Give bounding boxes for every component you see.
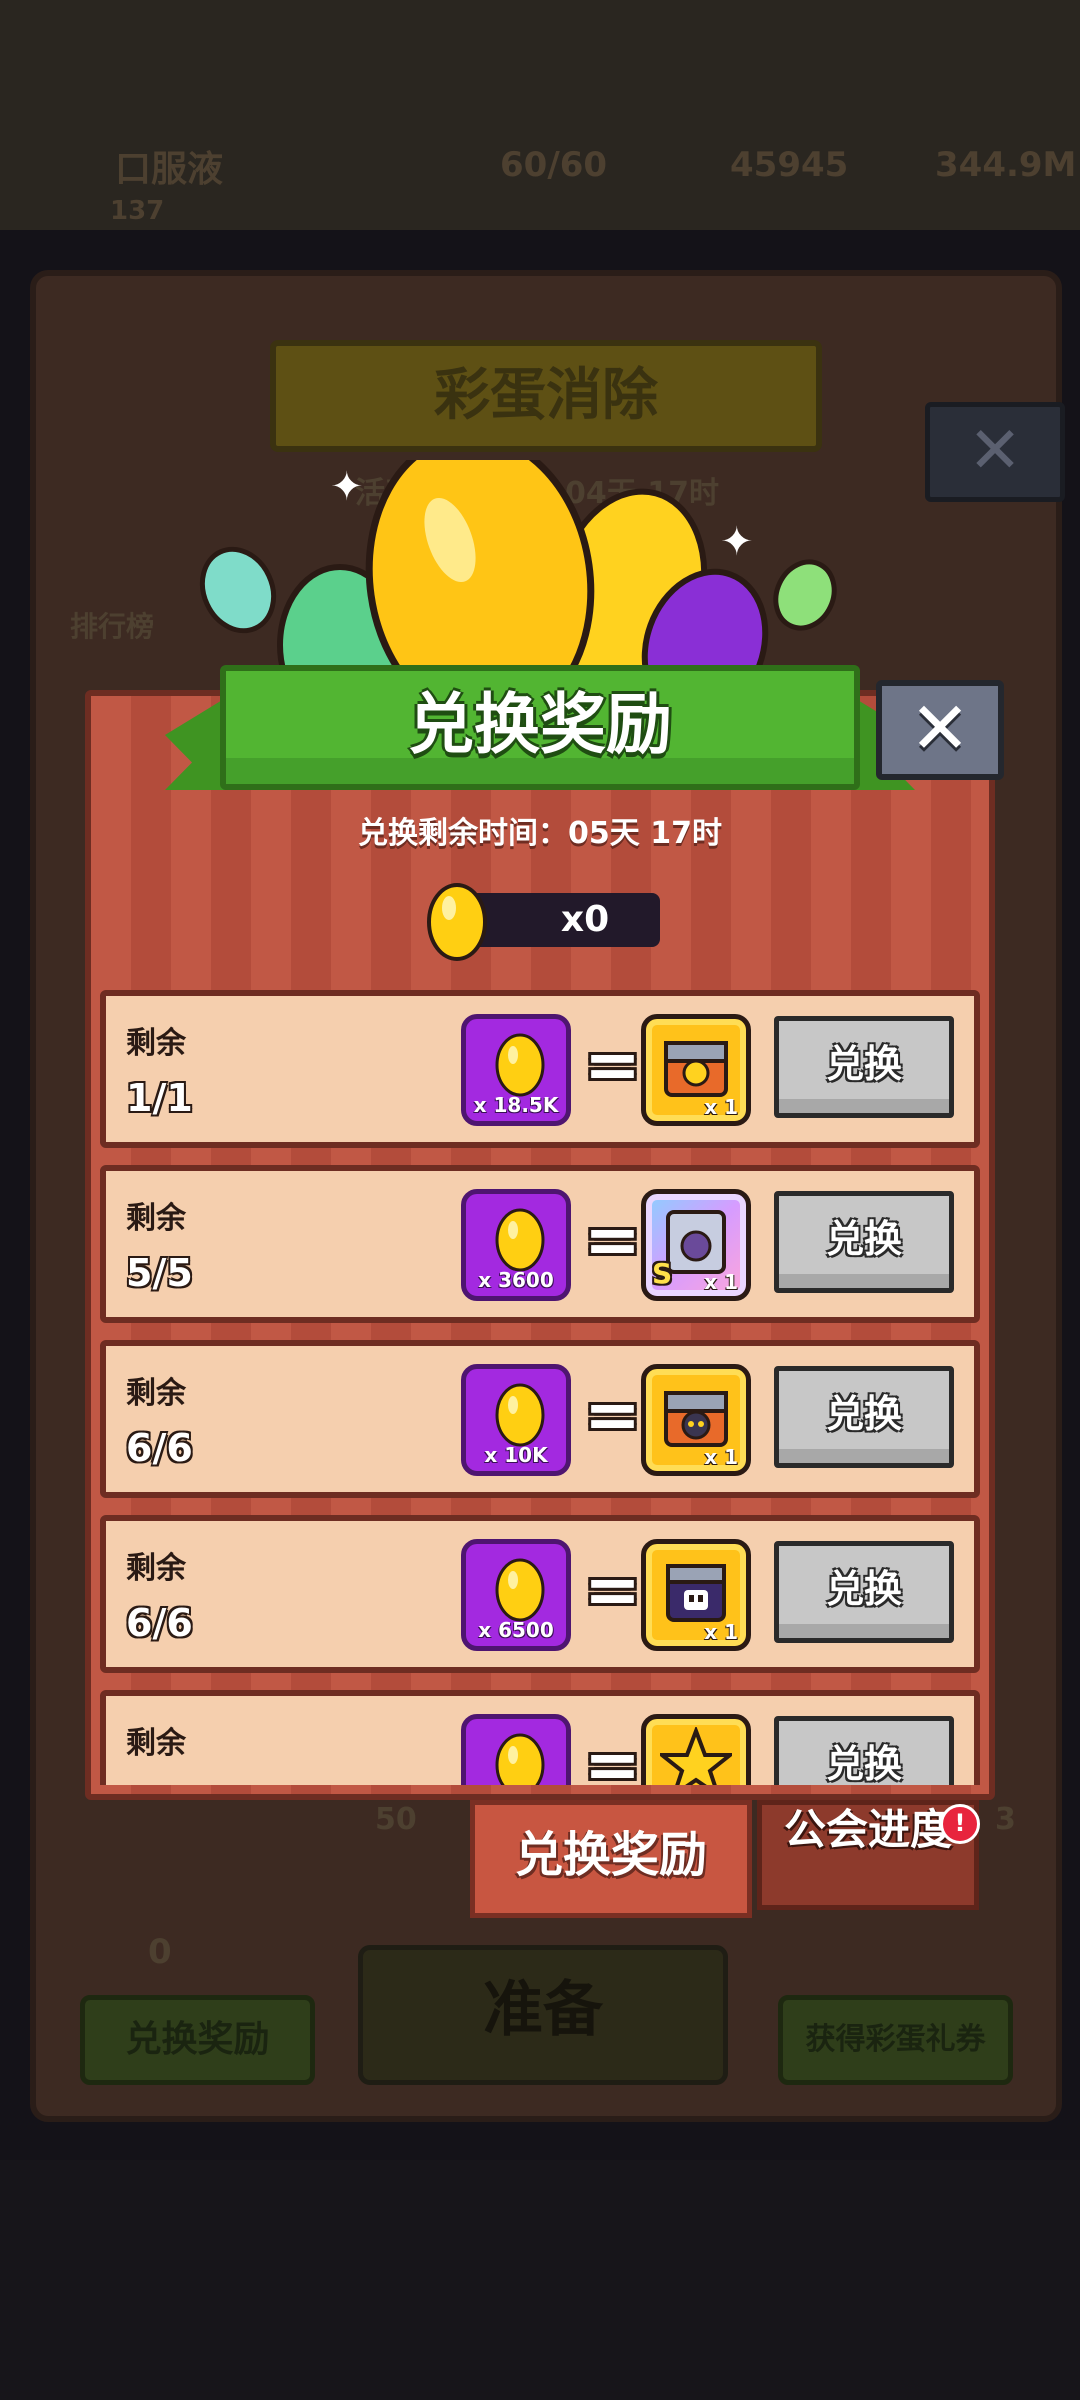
egg-cost-tile: x 3600 — [461, 1189, 571, 1301]
remaining-label: 剩余 — [126, 1026, 186, 1061]
exchange-button[interactable]: 兑换 — [774, 1191, 954, 1293]
reward-quantity: x 1 — [704, 1270, 738, 1294]
sparkle-icon: ✦ — [330, 464, 364, 510]
reward-tile: x 1 — [641, 1364, 751, 1476]
reward-quantity: x 1 — [704, 1445, 738, 1469]
egg-cost-tile: x 10K — [461, 1364, 571, 1476]
equals-icon: = — [584, 1726, 641, 1786]
remaining-count: 6/6 — [126, 1601, 193, 1645]
reward-quantity: x 1 — [704, 1095, 738, 1119]
close-button[interactable]: ✕ — [876, 680, 1004, 780]
exchange-button[interactable]: 兑换 — [774, 1016, 954, 1118]
side-value-left: 50 — [375, 1802, 417, 1837]
exchange-row: 剩余 1/1 x 18.5K = x 1 兑换 — [100, 990, 980, 1148]
golden-egg-icon — [495, 1208, 545, 1272]
star-icon — [660, 1727, 732, 1785]
reward-tile: x 1 — [641, 1014, 751, 1126]
equals-icon: = — [584, 1026, 641, 1105]
popup-title: 兑换奖励 — [408, 686, 672, 763]
equals-icon: = — [584, 1376, 641, 1455]
player-level: 137 — [110, 196, 165, 226]
tab-redeem-rewards[interactable]: 兑换奖励 — [470, 1800, 752, 1918]
egg-counter: x0 — [470, 893, 660, 947]
golden-egg-icon — [495, 1033, 545, 1097]
reward-tile: S x 1 — [641, 1189, 751, 1301]
remaining-label: 剩余 — [126, 1551, 186, 1586]
s-rank-badge: S — [652, 1257, 673, 1290]
exchange-row: 剩余 5/5 x 3600 = S x 1 兑换 — [100, 1165, 980, 1323]
exchange-list[interactable]: 剩余 1/1 x 18.5K = x 1 兑换 剩余 5/5 x 3600 = — [100, 990, 980, 1785]
egg-cost-tile: x 6500 — [461, 1539, 571, 1651]
reward-quantity: x 1 — [704, 1620, 738, 1644]
eggs-decoration: ✦ ✦ — [199, 460, 837, 700]
remaining-label: 剩余 — [126, 1376, 186, 1411]
exchange-row: 剩余 6/6 x 6500 = x 1 兑换 — [100, 1515, 980, 1673]
tab-alert-badge: ! — [940, 1804, 980, 1844]
reward-tile: x 1 — [641, 1539, 751, 1651]
bg-egg-count: 0 — [148, 1932, 172, 1972]
egg-cost-tile — [461, 1714, 571, 1785]
side-value-right: 3 — [995, 1802, 1016, 1837]
egg-cost-tile: x 18.5K — [461, 1014, 571, 1126]
golden-egg-icon — [495, 1383, 545, 1447]
remaining-label: 剩余 — [126, 1201, 186, 1236]
remaining-count: 1/1 — [126, 1076, 193, 1120]
gem-counter: 45945 — [730, 145, 849, 185]
golden-egg-icon — [495, 1558, 545, 1622]
exchange-row: 剩余 = 兑换 — [100, 1690, 980, 1785]
event-banner: 彩蛋消除 — [270, 340, 822, 452]
cost-amount: x 10K — [484, 1443, 548, 1467]
redeem-timer: 兑换剩余时间：05天 17时 — [358, 816, 722, 851]
bg-ready-button[interactable]: 准备 — [358, 1945, 728, 2085]
coin-counter: 344.9M — [935, 145, 1077, 185]
event-title: 彩蛋消除 — [434, 363, 658, 428]
cost-amount: x 3600 — [478, 1268, 554, 1292]
remaining-count: 6/6 — [126, 1426, 193, 1470]
equals-icon: = — [584, 1551, 641, 1630]
purple-chest-icon — [666, 1564, 726, 1622]
tab-guild-progress-label: 公会进度 — [783, 1805, 952, 1854]
exchange-row: 剩余 6/6 x 10K = x 1 兑换 — [100, 1340, 980, 1498]
bg-redeem-button[interactable]: 兑换奖励 — [80, 1995, 315, 2085]
golden-egg-icon — [427, 883, 487, 961]
golden-egg-icon — [495, 1733, 545, 1785]
leaderboard-label: 排行榜 — [70, 610, 155, 643]
sparkle-icon: ✦ — [720, 519, 754, 565]
exchange-button[interactable]: 兑换 — [774, 1541, 954, 1643]
equals-icon: = — [584, 1201, 641, 1280]
player-name: 口服液 — [115, 149, 224, 190]
bg-get-ticket-button[interactable]: 获得彩蛋礼券 — [778, 1995, 1013, 2085]
top-status-bar: 口服液 137 60/60 45945 344.9M — [0, 0, 1080, 230]
exchange-button[interactable]: 兑换 — [774, 1716, 954, 1785]
cost-amount: x 6500 — [478, 1618, 554, 1642]
remaining-count: 5/5 — [126, 1251, 193, 1295]
remaining-label: 剩余 — [126, 1726, 186, 1761]
energy-counter: 60/60 — [500, 145, 608, 185]
bg-close-button[interactable]: ✕ — [925, 402, 1065, 502]
reward-tile — [641, 1714, 751, 1785]
cost-amount: x 18.5K — [473, 1093, 559, 1117]
bottom-nav-bar — [0, 2160, 1080, 2400]
exchange-button[interactable]: 兑换 — [774, 1366, 954, 1468]
